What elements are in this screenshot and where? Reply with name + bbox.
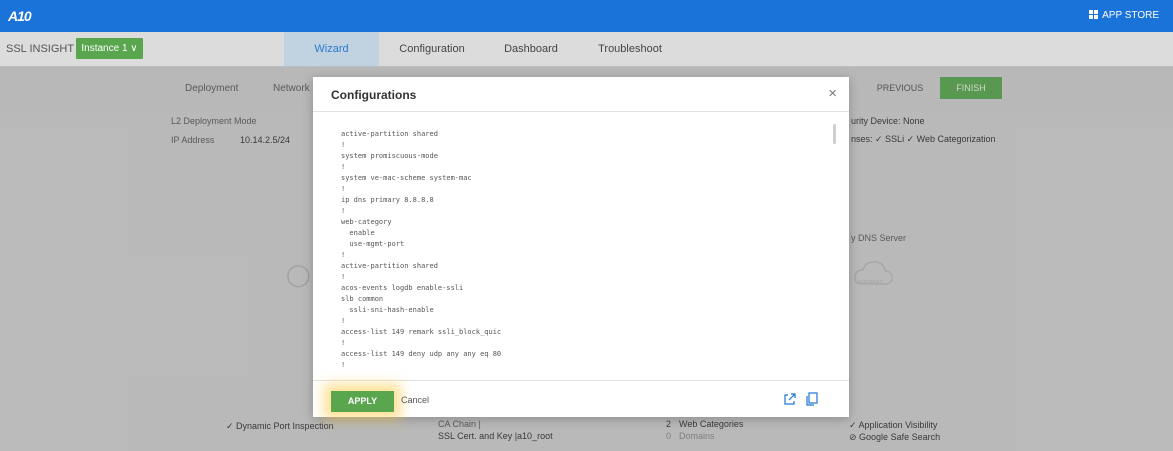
config-line: ! <box>341 141 346 149</box>
tab-dashboard[interactable]: Dashboard <box>495 32 567 66</box>
config-text: active-partition shared! system promiscuo… <box>341 129 811 379</box>
export-icon[interactable] <box>783 392 797 408</box>
config-line: ! <box>341 317 346 325</box>
dialog-footer: APPLY Cancel <box>313 380 849 418</box>
config-line: acos-events logdb enable-ssli <box>341 284 464 292</box>
config-line: ssli-sni-hash-enable <box>341 306 434 314</box>
app-store-button[interactable]: APP STORE <box>1089 10 1159 21</box>
config-line: use-mgmt-port <box>341 240 405 248</box>
config-line: slb common <box>341 295 384 303</box>
copy-icon[interactable] <box>805 392 819 408</box>
scrollbar[interactable] <box>833 124 836 144</box>
top-bar: A10 APP STORE <box>0 0 1173 32</box>
config-line: ip dns primary 8.8.8.8 <box>341 196 434 204</box>
nav-bar: SSL INSIGHT Instance 1 ∨ Wizard Configur… <box>0 32 1173 67</box>
apply-button[interactable]: APPLY <box>331 391 394 412</box>
config-line: access-list 149 deny udp any any eq 80 <box>341 350 502 358</box>
config-line: ! <box>341 163 346 171</box>
a10-logo[interactable]: A10 <box>8 5 32 27</box>
cancel-button[interactable]: Cancel <box>401 395 429 405</box>
dialog-header: Configurations × <box>313 77 849 112</box>
tab-troubleshoot[interactable]: Troubleshoot <box>592 32 668 66</box>
tab-wizard[interactable]: Wizard <box>284 32 379 66</box>
tab-configuration[interactable]: Configuration <box>394 32 470 66</box>
dialog-title: Configurations <box>331 88 417 102</box>
config-line: ! <box>341 273 346 281</box>
config-line: ! <box>341 339 346 347</box>
config-line: active-partition shared <box>341 130 438 138</box>
config-line: ! <box>341 361 346 369</box>
config-line: system ve-mac-scheme system-mac <box>341 174 472 182</box>
product-name: SSL INSIGHT <box>6 43 75 55</box>
config-line: access-list 149 remark ssli_block_quic <box>341 328 502 336</box>
config-line: system promiscuous-mode <box>341 152 438 160</box>
config-line: active-partition shared <box>341 262 438 270</box>
close-icon[interactable]: × <box>828 85 837 102</box>
config-line: web-category <box>341 218 392 226</box>
config-line: ! <box>341 251 346 259</box>
grid-icon <box>1089 10 1099 19</box>
configurations-dialog: Configurations × active-partition shared… <box>313 77 849 417</box>
config-line: ! <box>341 207 346 215</box>
instance-dropdown[interactable]: Instance 1 ∨ <box>76 38 143 59</box>
config-line: enable <box>341 229 375 237</box>
config-line: ! <box>341 185 346 193</box>
